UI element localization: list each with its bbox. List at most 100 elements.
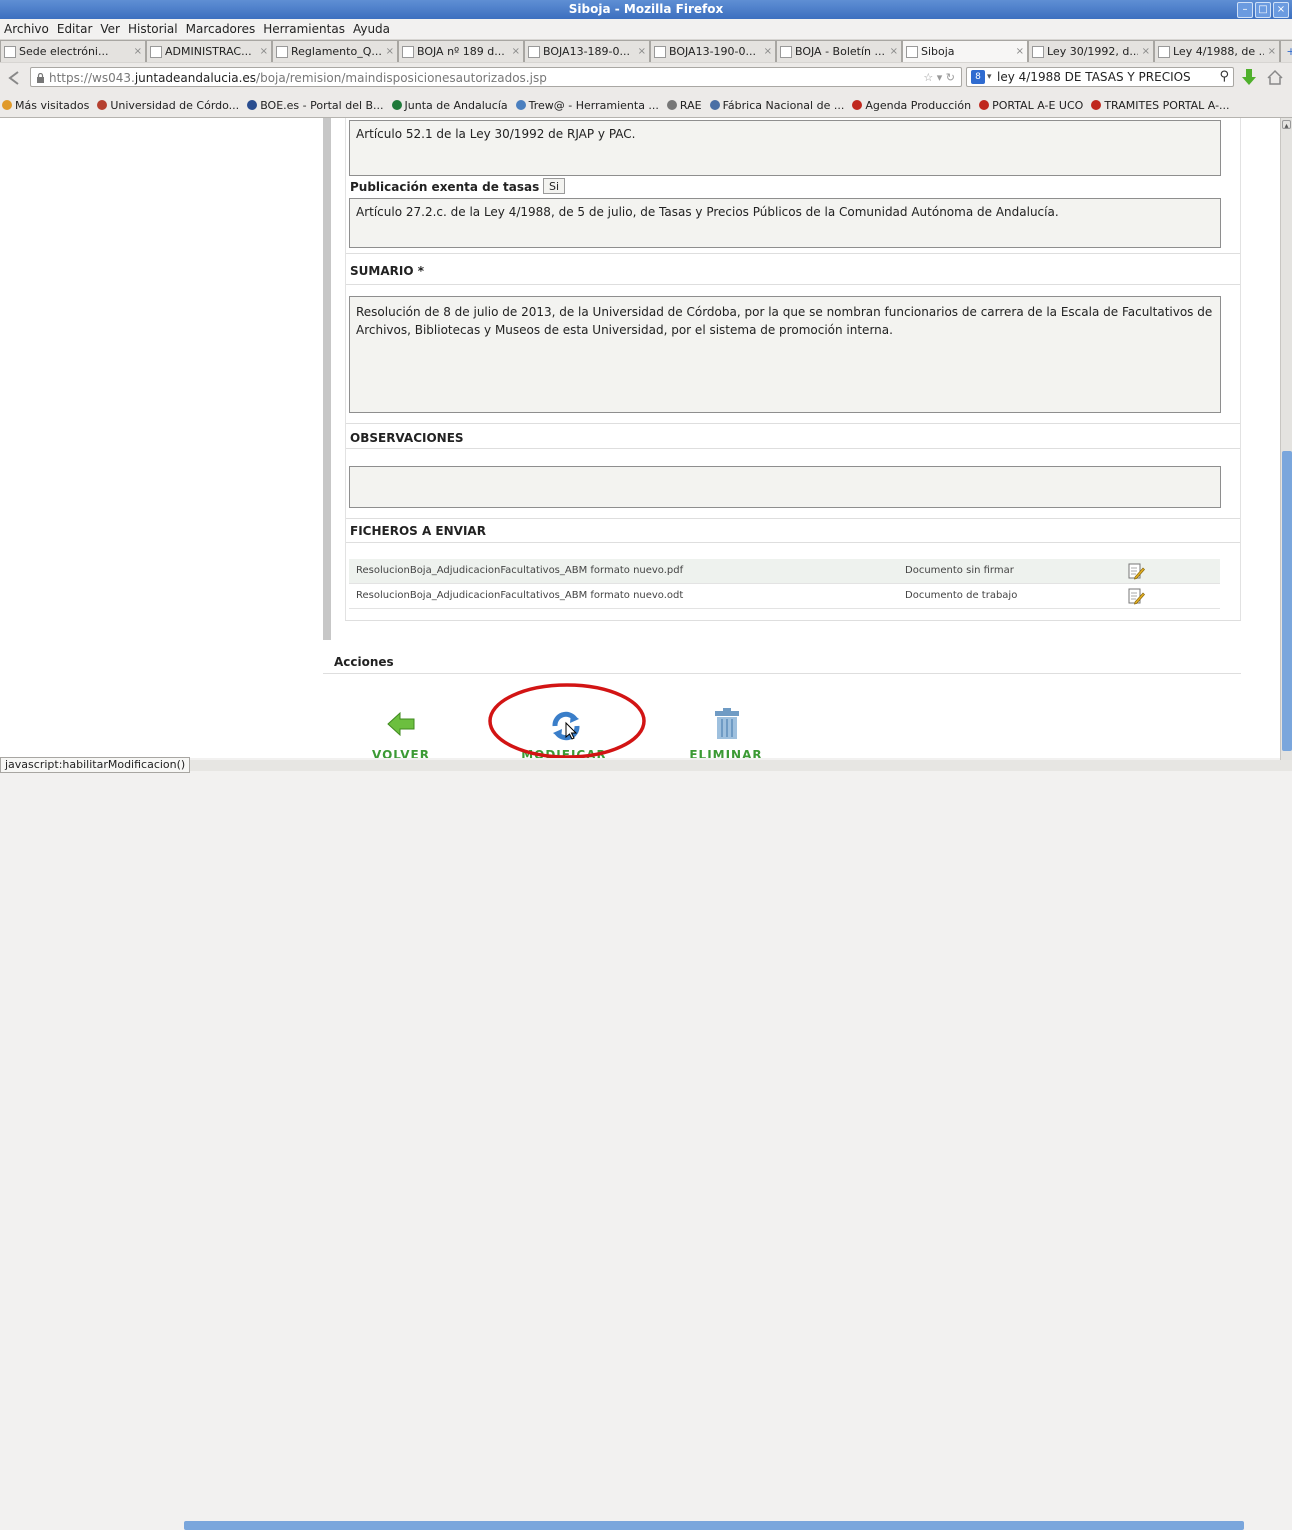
- file-row[interactable]: ResolucionBoja_AdjudicacionFacultativos_…: [349, 559, 1220, 584]
- browser-tab[interactable]: BOJA nº 189 d... ×: [398, 40, 524, 62]
- back-arrow-icon[interactable]: [386, 709, 416, 739]
- tab-close-icon[interactable]: ×: [134, 46, 142, 57]
- minimize-icon[interactable]: –: [1237, 2, 1253, 18]
- bookmark-icon: [97, 100, 108, 110]
- bookmark-item[interactable]: RAE: [665, 99, 708, 112]
- tab-close-icon[interactable]: ×: [638, 46, 646, 57]
- search-engine-icon[interactable]: 8: [971, 70, 985, 84]
- tab-close-icon[interactable]: ×: [1268, 46, 1276, 57]
- browser-tab[interactable]: Ley 4/1988, de ... ×: [1154, 40, 1280, 62]
- browser-tab[interactable]: BOJA - Boletín ... ×: [776, 40, 902, 62]
- sumario-textarea[interactable]: Resolución de 8 de julio de 2013, de la …: [349, 296, 1221, 413]
- search-box[interactable]: 8 ▾ ley 4/1988 DE TASAS Y PRECIOS ⚲: [966, 67, 1234, 87]
- bookmark-item[interactable]: Más visitados: [0, 99, 95, 112]
- ficheros-label: FICHEROS A ENVIAR: [350, 524, 486, 538]
- bookmark-item[interactable]: PORTAL A-E UCO: [977, 99, 1089, 112]
- legal-basis-text: Artículo 52.1 de la Ley 30/1992 de RJAP …: [356, 127, 636, 141]
- trash-icon[interactable]: [712, 707, 742, 741]
- exenta-select[interactable]: Si: [543, 178, 565, 194]
- tab-favicon-icon: [1158, 45, 1170, 58]
- bookmark-icon: [852, 100, 863, 110]
- bookmark-icon: [666, 100, 677, 110]
- menu-editar[interactable]: Editar: [53, 22, 97, 36]
- horizontal-scroll-thumb[interactable]: [184, 1521, 1244, 1530]
- bookmark-label: Junta de Andalucía: [404, 98, 508, 112]
- file-name[interactable]: ResolucionBoja_AdjudicacionFacultativos_…: [356, 559, 683, 583]
- scroll-thumb[interactable]: [1282, 451, 1292, 751]
- bookmark-item[interactable]: TRAMITES PORTAL A-...: [1089, 99, 1235, 112]
- tab-label: Ley 30/1992, d...: [1047, 45, 1138, 58]
- tab-favicon-icon: [276, 45, 288, 58]
- tab-close-icon[interactable]: ×: [512, 46, 520, 57]
- menu-marcadores[interactable]: Marcadores: [182, 22, 260, 36]
- bookmark-icon: [515, 100, 526, 110]
- bookmark-label: TRAMITES PORTAL A-...: [1104, 98, 1230, 112]
- url-domain: juntadeandalucia.es: [134, 71, 257, 85]
- volver-button[interactable]: VOLVER: [351, 748, 451, 758]
- legal-basis-field[interactable]: Artículo 52.1 de la Ley 30/1992 de RJAP …: [349, 120, 1221, 176]
- tab-close-icon[interactable]: ×: [386, 46, 394, 57]
- tab-bar: Sede electróni... × ADMINISTRAC... × Reglame…: [0, 39, 1292, 64]
- search-input[interactable]: ley 4/1988 DE TASAS Y PRECIOS: [997, 70, 1191, 84]
- bookmark-item[interactable]: Trew@ - Herramienta ...: [514, 99, 665, 112]
- page-content: Artículo 52.1 de la Ley 30/1992 de RJAP …: [0, 118, 1280, 758]
- file-row[interactable]: ResolucionBoja_AdjudicacionFacultativos_…: [349, 584, 1220, 609]
- chevron-down-icon[interactable]: ▾: [987, 68, 992, 86]
- bookmarks-toolbar: Más visitados Universidad de Córdo... BOE.…: [0, 93, 1292, 118]
- menu-ayuda[interactable]: Ayuda: [349, 22, 394, 36]
- menu-herramientas[interactable]: Herramientas: [259, 22, 349, 36]
- browser-tab[interactable]: Sede electróni... ×: [0, 40, 146, 62]
- menu-ver[interactable]: Ver: [96, 22, 124, 36]
- tab-favicon-icon: [1032, 45, 1044, 58]
- bookmark-item[interactable]: Junta de Andalucía: [390, 99, 514, 112]
- browser-tab[interactable]: Reglamento_Q... ×: [272, 40, 398, 62]
- menu-archivo[interactable]: Archivo: [0, 22, 53, 36]
- url-path: /boja/remision/maindisposicionesautoriza…: [256, 71, 547, 85]
- tab-close-icon[interactable]: ×: [1142, 46, 1150, 57]
- download-icon[interactable]: [1240, 67, 1258, 87]
- bookmark-item[interactable]: Fábrica Nacional de ...: [708, 99, 851, 112]
- back-icon[interactable]: [6, 69, 24, 87]
- scroll-up-icon[interactable]: ▴: [1282, 120, 1291, 130]
- file-name[interactable]: ResolucionBoja_AdjudicacionFacultativos_…: [356, 584, 683, 608]
- bookmark-star-icon[interactable]: ☆ ▾ ↻: [923, 68, 955, 88]
- bookmark-item[interactable]: Agenda Producción: [850, 99, 977, 112]
- window-title-bar: Siboja - Mozilla Firefox: [0, 0, 1292, 19]
- close-icon[interactable]: ×: [1273, 2, 1289, 18]
- divider: [345, 253, 1240, 254]
- exenta-basis-field[interactable]: Artículo 27.2.c. de la Ley 4/1988, de 5 …: [349, 198, 1221, 248]
- home-icon[interactable]: [1266, 68, 1284, 86]
- browser-tab[interactable]: BOJA13-190-0... ×: [650, 40, 776, 62]
- divider: [323, 673, 1241, 674]
- url-bar[interactable]: https://ws043.juntadeandalucia.es/boja/r…: [30, 67, 962, 87]
- menu-historial[interactable]: Historial: [124, 22, 182, 36]
- browser-tab[interactable]: Ley 30/1992, d... ×: [1028, 40, 1154, 62]
- tab-label: BOJA13-189-0...: [543, 45, 631, 58]
- edit-document-icon[interactable]: [1127, 587, 1145, 605]
- divider: [345, 542, 1240, 543]
- panel-bottom: [345, 620, 1241, 621]
- browser-tab[interactable]: ADMINISTRAC... ×: [146, 40, 272, 62]
- bookmark-icon: [2, 100, 12, 110]
- tab-label: Reglamento_Q...: [291, 45, 382, 58]
- browser-tab[interactable]: BOJA13-189-0... ×: [524, 40, 650, 62]
- tab-close-icon[interactable]: ×: [764, 46, 772, 57]
- file-status: Documento sin firmar: [905, 565, 1014, 576]
- search-icon[interactable]: ⚲: [1219, 68, 1229, 86]
- tab-close-icon[interactable]: ×: [260, 46, 268, 57]
- new-tab-icon[interactable]: +: [1280, 40, 1292, 62]
- observaciones-textarea[interactable]: [349, 466, 1221, 508]
- bookmark-item[interactable]: Universidad de Córdo...: [95, 99, 245, 112]
- exenta-basis-text: Artículo 27.2.c. de la Ley 4/1988, de 5 …: [356, 205, 1059, 219]
- navigation-toolbar: https://ws043.juntadeandalucia.es/boja/r…: [0, 63, 1292, 93]
- bookmark-item[interactable]: BOE.es - Portal del B...: [245, 99, 389, 112]
- vertical-scrollbar[interactable]: ▴: [1280, 118, 1292, 761]
- tab-close-icon[interactable]: ×: [890, 46, 898, 57]
- browser-tab[interactable]: Siboja ×: [902, 40, 1028, 62]
- edit-document-icon[interactable]: [1127, 562, 1145, 580]
- divider: [345, 284, 1240, 285]
- maximize-icon[interactable]: □: [1255, 2, 1271, 18]
- url-prefix: https://ws043.: [49, 71, 135, 85]
- tab-close-icon[interactable]: ×: [1016, 46, 1024, 57]
- eliminar-button[interactable]: ELIMINAR: [676, 748, 776, 758]
